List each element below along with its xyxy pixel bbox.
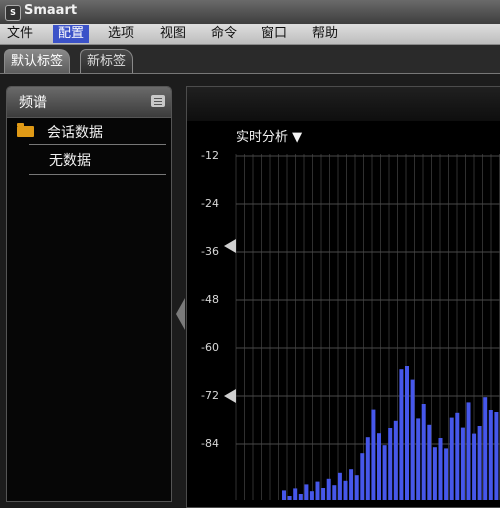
- spectrum-bar: [416, 418, 421, 500]
- spectrum-bar: [349, 469, 354, 500]
- panel-collapse-handle[interactable]: [176, 298, 185, 330]
- spectrum-bar: [360, 453, 365, 500]
- spectrum-panel-header: 频谱: [7, 87, 171, 118]
- menu-file[interactable]: 文件: [2, 25, 38, 43]
- y-tick-label: -12: [201, 149, 219, 162]
- divider: [29, 174, 166, 175]
- spectrum-bar: [326, 478, 331, 500]
- spectrum-bar: [421, 404, 426, 500]
- rta-dropdown[interactable]: 实时分析 ▼: [236, 126, 302, 145]
- spectrum-bar: [488, 410, 493, 500]
- y-tick-label: -84: [201, 437, 219, 450]
- spectrum-bar: [354, 475, 359, 500]
- y-tick-label: -60: [201, 341, 219, 354]
- spectrum-bar: [371, 409, 376, 500]
- spectrum-bar: [399, 369, 404, 500]
- spectrum-bar: [494, 412, 499, 500]
- spectrum-bar: [337, 472, 342, 500]
- menu-options[interactable]: 选项: [103, 25, 139, 43]
- spectrum-bar: [438, 438, 443, 500]
- tab-new[interactable]: 新标签: [80, 49, 134, 73]
- menu-command[interactable]: 命令: [206, 25, 242, 43]
- spectrum-bar: [293, 488, 298, 500]
- tab-default[interactable]: 默认标签: [4, 49, 71, 73]
- level-marker-upper[interactable]: [224, 239, 236, 253]
- title-bar: S Smaart: [0, 0, 500, 24]
- spectrum-bar: [405, 366, 409, 500]
- spectrum-bar: [309, 491, 314, 500]
- menu-config[interactable]: 配置: [53, 25, 90, 43]
- spectrum-bar: [332, 485, 337, 500]
- list-menu-icon[interactable]: [151, 95, 165, 107]
- spectrum-bar: [477, 426, 482, 500]
- spectrum-panel: 频谱 会话数据 无数据: [6, 86, 172, 502]
- spectrum-bar: [287, 496, 292, 500]
- y-tick-label: -24: [201, 197, 219, 210]
- analysis-panel-header: [187, 87, 500, 121]
- spectrum-bar: [382, 445, 387, 500]
- spectrum-bar: [304, 484, 309, 500]
- spectrum-bar: [377, 433, 381, 500]
- y-tick-label: -72: [201, 389, 219, 402]
- menu-view[interactable]: 视图: [155, 25, 191, 43]
- app-title: Smaart: [24, 3, 78, 18]
- spectrum-bar: [282, 490, 286, 500]
- folder-icon: [17, 123, 34, 137]
- tree-item-no-data[interactable]: 无数据: [17, 147, 167, 171]
- spectrum-bar: [315, 481, 320, 500]
- spectrum-bar: [466, 402, 471, 500]
- tree-item-label: 会话数据: [47, 125, 103, 141]
- menu-bar: 文件 配置 选项 视图 命令 窗口 帮助: [0, 24, 500, 45]
- divider: [29, 144, 166, 145]
- tab-bar: 默认标签 新标签: [0, 45, 500, 74]
- spectrum-bar: [432, 447, 437, 500]
- spectrum-bar: [444, 448, 449, 500]
- app-logo-icon: S: [5, 5, 21, 21]
- spectrum-bar: [321, 488, 326, 500]
- spectrum-bar: [472, 433, 477, 500]
- spectrum-bar: [365, 437, 370, 500]
- tree-item-label: 无数据: [49, 153, 91, 169]
- spectrum-bar: [455, 412, 460, 500]
- spectrum-bar: [410, 379, 415, 500]
- spectrum-bar: [343, 480, 348, 500]
- spectrum-bar: [298, 494, 303, 500]
- level-marker-lower[interactable]: [224, 389, 236, 403]
- spectrum-bar: [483, 397, 488, 500]
- y-tick-label: -48: [201, 293, 219, 306]
- spectrum-plot[interactable]: [186, 120, 500, 500]
- menu-help[interactable]: 帮助: [307, 25, 343, 43]
- spectrum-bar: [427, 424, 432, 500]
- spectrum-bar: [449, 417, 454, 500]
- spectrum-bar: [460, 427, 465, 500]
- tree-item-session-data[interactable]: 会话数据: [17, 119, 167, 143]
- menu-window[interactable]: 窗口: [256, 25, 292, 43]
- y-tick-label: -36: [201, 245, 219, 258]
- spectrum-bar: [393, 420, 398, 500]
- spectrum-bar: [388, 428, 393, 500]
- spectrum-panel-title: 频谱: [19, 95, 47, 111]
